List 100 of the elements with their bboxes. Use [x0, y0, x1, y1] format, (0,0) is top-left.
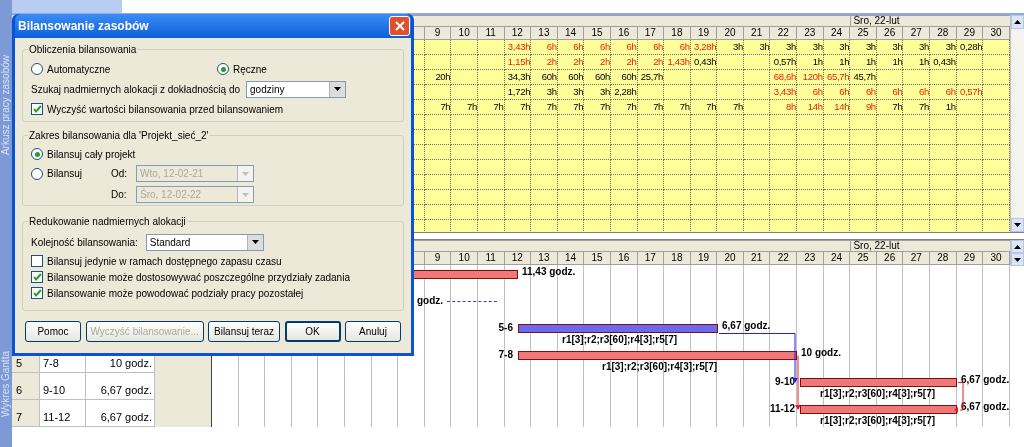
- radio-button[interactable]: [31, 167, 43, 180]
- checkbox[interactable]: [31, 255, 43, 267]
- usage-cell: 6h: [584, 40, 611, 55]
- usage-cell: 3h: [823, 40, 851, 55]
- day-header: 28: [930, 252, 957, 265]
- grid-cell: [823, 205, 851, 220]
- dialog-button[interactable]: Anuluj: [345, 321, 401, 342]
- grid-cell: [903, 190, 931, 205]
- grid-cell: [610, 130, 638, 145]
- usage-cell: 68,6h: [770, 70, 798, 85]
- usage-cell: 7h: [424, 100, 452, 115]
- day-header: 11: [477, 27, 505, 40]
- grid-cell: [743, 130, 771, 145]
- field-label: Szukaj nadmiernych alokacji z dokładnością do: [31, 82, 240, 97]
- duration-label: 11,43 godz.: [522, 266, 576, 278]
- grid-cell: [930, 205, 957, 220]
- usage-cell: 34,3h: [504, 70, 532, 85]
- grid-cell: [584, 205, 611, 220]
- dialog-button[interactable]: Pomoc: [25, 321, 81, 342]
- grid-cell: [664, 175, 691, 190]
- grid-cell: [531, 175, 558, 190]
- radio-button[interactable]: [217, 63, 229, 75]
- usage-cell: 7h: [664, 100, 691, 115]
- grid-cell: [956, 160, 984, 175]
- scroll-up-button[interactable]: [1011, 15, 1024, 29]
- dialog-button[interactable]: OK: [284, 321, 341, 342]
- grid-cell: [584, 175, 611, 190]
- grid-cell: [637, 190, 665, 205]
- day-header: 14: [557, 27, 585, 40]
- grid-cell: [983, 130, 1010, 145]
- grid-cell: [983, 175, 1010, 190]
- checkbox[interactable]: [31, 103, 43, 115]
- grid-cell: [930, 130, 957, 145]
- grid-cell: [850, 160, 877, 175]
- usage-cell: 7h: [610, 100, 638, 115]
- grid-cell: [903, 205, 931, 220]
- radio-button[interactable]: [31, 63, 43, 75]
- grid-cell: [743, 70, 771, 85]
- dropdown[interactable]: Standard: [145, 233, 264, 251]
- checkbox[interactable]: [31, 271, 43, 283]
- usage-cell: 6h: [531, 40, 558, 55]
- grid-cell: [983, 145, 1010, 160]
- grid-cell: [557, 145, 585, 160]
- grid-cell: [451, 190, 478, 205]
- grid-cell: [610, 205, 638, 220]
- caret-icon: [334, 87, 341, 91]
- grid-cell: [477, 175, 505, 190]
- scroll-up-button[interactable]: [1011, 240, 1024, 253]
- grid-cell: [424, 85, 452, 100]
- resource-label: r1[3];r2;r3[60];r4[3];r5[7]: [602, 361, 718, 373]
- row-number: 6: [12, 373, 40, 399]
- grid-cell: [664, 115, 691, 130]
- usage-cell: 25,7h: [637, 70, 665, 85]
- grid-cell: [424, 130, 452, 145]
- grid-cell: [637, 205, 665, 220]
- grid-cell: [983, 40, 1010, 55]
- grid-cell: [797, 175, 824, 190]
- grid-cell: [557, 190, 585, 205]
- triangle-down-icon: [1014, 257, 1021, 262]
- usage-cell: 7h: [477, 100, 505, 115]
- entry-field[interactable]: [122, 0, 1024, 13]
- usage-cell: 1,43h: [664, 55, 691, 70]
- grid-cell: [690, 205, 718, 220]
- table-cell-text: 6,67 godz.: [99, 410, 153, 425]
- grid-cell: [983, 85, 1010, 100]
- grid-cell: [504, 190, 532, 205]
- grid-cell: [477, 190, 505, 205]
- usage-cell: 1h: [797, 55, 824, 70]
- usage-cell: 7h: [690, 100, 718, 115]
- field-label: Do:: [111, 188, 128, 202]
- grid-cell: [823, 145, 851, 160]
- usage-cell: 3h: [584, 85, 611, 100]
- table-cell-text: 6,67 godz.: [99, 383, 153, 398]
- task-name: 11-12: [768, 403, 795, 415]
- scroll-down-button[interactable]: [1011, 253, 1024, 266]
- grid-cell: [451, 70, 478, 85]
- dropdown[interactable]: godziny: [246, 80, 346, 98]
- usage-cell: 7h: [531, 100, 558, 115]
- scroll-down-button[interactable]: [1011, 218, 1024, 232]
- day-header: 29: [956, 27, 984, 40]
- duration-label: 6,67 godz.: [961, 374, 1010, 386]
- grid-cell: [451, 40, 478, 55]
- grid-cell: [717, 115, 744, 130]
- grid-cell: [850, 175, 877, 190]
- checkbox[interactable]: [31, 287, 43, 299]
- usage-cell: 65,7h: [823, 70, 851, 85]
- dialog-button[interactable]: Bilansuj teraz: [208, 321, 280, 342]
- usage-cell: 6h: [637, 40, 665, 55]
- radio-button[interactable]: [31, 148, 43, 160]
- grid-cell: [930, 70, 957, 85]
- close-button[interactable]: [389, 16, 410, 36]
- day-header: 17: [637, 252, 665, 265]
- day-header: 9: [424, 252, 452, 265]
- usage-cell: 2,28h: [610, 85, 638, 100]
- row-number: 7: [12, 400, 40, 426]
- triangle-up-icon: [1014, 244, 1021, 249]
- grid-cell: [451, 160, 478, 175]
- usage-cell: 2h: [610, 55, 638, 70]
- grid-cell: [610, 175, 638, 190]
- grid-cell: [664, 190, 691, 205]
